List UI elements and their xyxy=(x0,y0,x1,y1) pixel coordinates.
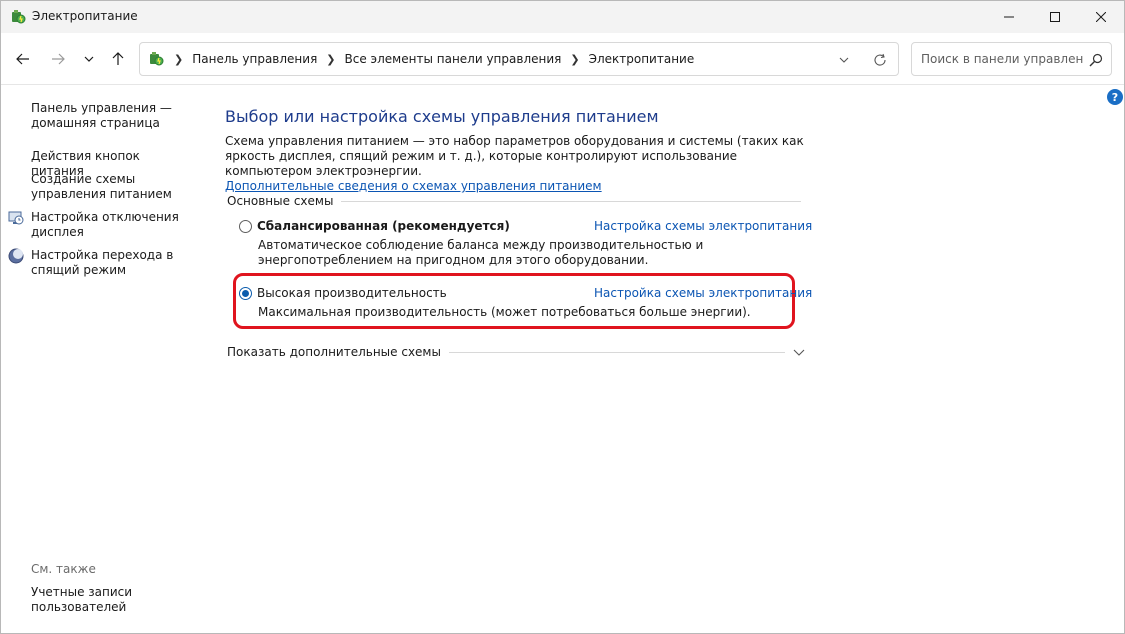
search-input[interactable] xyxy=(913,44,1083,74)
plan-balanced-name[interactable]: Сбалансированная (рекомендуется) xyxy=(257,219,510,234)
refresh-button[interactable] xyxy=(872,52,888,68)
page-description: Схема управления питанием — это набор па… xyxy=(225,134,804,178)
moon-icon xyxy=(8,248,24,264)
breadcrumb-item-power-options[interactable]: Электропитание xyxy=(589,52,695,66)
plan-high-performance-name[interactable]: Высокая производительность xyxy=(257,286,447,301)
address-bar[interactable]: ❯ Панель управления ❯ Все элементы панел… xyxy=(139,42,899,76)
breadcrumb-separator-icon[interactable]: ❯ xyxy=(570,53,579,66)
maximize-icon xyxy=(1050,12,1060,22)
search-icon[interactable] xyxy=(1088,52,1104,68)
arrow-left-icon xyxy=(16,53,29,65)
more-info-link[interactable]: Дополнительные сведения о схемах управле… xyxy=(225,179,602,194)
sidebar-link-display-off[interactable]: Настройка отключения дисплея xyxy=(31,210,196,240)
navigation-bar: ❯ Панель управления ❯ Все элементы панел… xyxy=(1,33,1124,85)
plan-balanced-radio[interactable] xyxy=(239,220,252,233)
title-bar[interactable]: Электропитание xyxy=(1,1,1124,33)
recent-locations-button[interactable] xyxy=(77,47,101,71)
sidebar-link-create-plan[interactable]: Создание схемы управления питанием xyxy=(31,172,201,202)
help-button[interactable]: ? xyxy=(1107,89,1123,105)
address-dropdown-button[interactable] xyxy=(836,52,852,68)
minimize-icon xyxy=(1004,16,1014,18)
back-button[interactable] xyxy=(11,47,35,71)
arrow-right-icon xyxy=(52,53,65,65)
chevron-down-icon[interactable] xyxy=(793,346,805,358)
refresh-icon xyxy=(874,53,886,66)
power-options-location-icon xyxy=(148,51,164,67)
control-panel-window: Электропитание ❯ Панель управления ❯ Все… xyxy=(0,0,1125,634)
main-content: Выбор или настройка схемы управления пит… xyxy=(225,106,805,194)
section-heading-label: Основные схемы xyxy=(227,194,334,208)
chevron-down-icon xyxy=(839,57,849,63)
forward-button[interactable] xyxy=(46,47,70,71)
see-also-heading: См. также xyxy=(31,562,96,576)
arrow-up-icon xyxy=(112,52,124,65)
show-more-divider xyxy=(448,351,785,353)
section-heading-preferred-plans: Основные схемы xyxy=(227,194,801,208)
breadcrumb: ❯ Панель управления ❯ Все элементы панел… xyxy=(174,52,694,66)
plan-balanced: Сбалансированная (рекомендуется) Настрой… xyxy=(239,219,812,268)
search-box[interactable] xyxy=(911,42,1112,76)
show-additional-plans[interactable]: Показать дополнительные схемы xyxy=(227,345,805,359)
section-divider xyxy=(341,200,801,202)
window-title: Электропитание xyxy=(32,9,138,23)
chevron-down-icon xyxy=(84,56,94,62)
sidebar: Панель управления — домашняя страница Де… xyxy=(1,86,201,634)
power-options-app-icon xyxy=(10,9,26,25)
plan-balanced-settings-link[interactable]: Настройка схемы электропитания xyxy=(594,219,812,234)
plan-high-performance-radio[interactable] xyxy=(239,287,252,300)
breadcrumb-separator-icon: ❯ xyxy=(174,52,184,66)
page-title: Выбор или настройка схемы управления пит… xyxy=(225,107,659,126)
sidebar-link-sleep[interactable]: Настройка перехода в спящий режим xyxy=(31,248,196,278)
show-additional-plans-label[interactable]: Показать дополнительные схемы xyxy=(227,345,449,359)
close-button[interactable] xyxy=(1078,1,1124,33)
sidebar-link-control-panel-home[interactable]: Панель управления — домашняя страница xyxy=(31,101,196,131)
breadcrumb-item-control-panel[interactable]: Панель управления xyxy=(192,52,317,66)
breadcrumb-separator-icon[interactable]: ❯ xyxy=(326,53,335,66)
plan-high-performance-settings-link[interactable]: Настройка схемы электропитания xyxy=(594,286,812,301)
sidebar-link-user-accounts[interactable]: Учетные записи пользователей xyxy=(31,585,151,615)
maximize-button[interactable] xyxy=(1032,1,1078,33)
close-icon xyxy=(1096,12,1106,22)
display-clock-icon xyxy=(8,210,24,226)
minimize-button[interactable] xyxy=(986,1,1032,33)
plan-high-performance-description: Максимальная производительность (может п… xyxy=(258,305,751,319)
plan-high-performance: Высокая производительность Настройка схе… xyxy=(239,286,812,320)
up-button[interactable] xyxy=(106,47,130,71)
breadcrumb-item-all-items[interactable]: Все элементы панели управления xyxy=(345,52,562,66)
plan-balanced-description: Автоматическое соблюдение баланса между … xyxy=(258,238,704,267)
